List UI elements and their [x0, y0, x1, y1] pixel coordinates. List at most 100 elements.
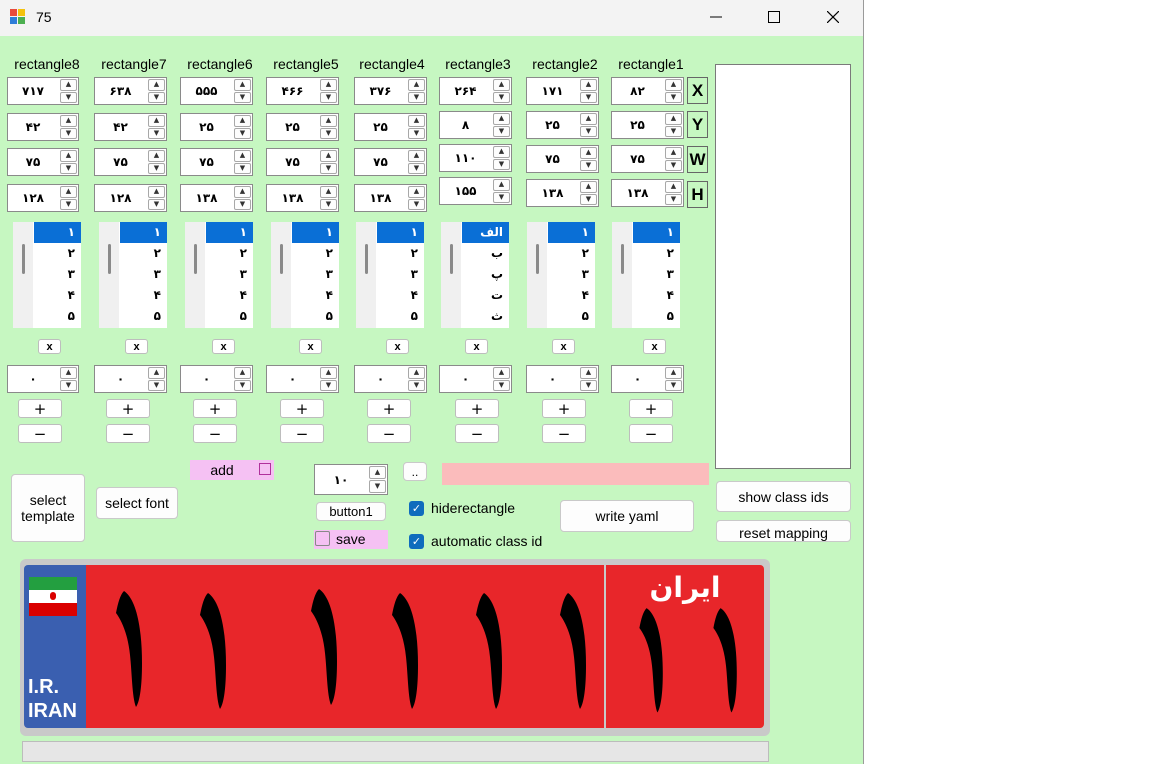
- list-item[interactable]: ۳: [292, 264, 339, 285]
- spin-down-icon[interactable]: ▼: [665, 193, 682, 205]
- scrollbar[interactable]: [99, 222, 119, 328]
- rectangle6-listbox[interactable]: ۱۲۳۴۵: [185, 222, 253, 328]
- rectangle1-clear-button[interactable]: x: [643, 339, 666, 354]
- save-checkbox-box[interactable]: [315, 531, 330, 546]
- spin-up-icon[interactable]: ▲: [665, 113, 682, 125]
- list-item[interactable]: ۵: [377, 306, 424, 327]
- rectangle1-listbox[interactable]: ۱۲۳۴۵: [612, 222, 680, 328]
- list-item[interactable]: ۵: [120, 306, 167, 327]
- spin-up-icon[interactable]: ▲: [580, 367, 597, 379]
- list-item[interactable]: ۵: [34, 306, 81, 327]
- rectangle8-minus-button[interactable]: −: [18, 424, 62, 443]
- rectangle6-clear-button[interactable]: x: [212, 339, 235, 354]
- rectangle8-plus-button[interactable]: +: [18, 399, 62, 418]
- spin-down-icon[interactable]: ▼: [60, 379, 77, 391]
- spin-down-icon[interactable]: ▼: [60, 198, 77, 210]
- spin-up-icon[interactable]: ▲: [148, 150, 165, 162]
- list-item[interactable]: ۱: [120, 222, 167, 243]
- rectangle4-h-spinner[interactable]: ۱۳۸ ▲ ▼: [354, 184, 427, 212]
- spin-up-icon[interactable]: ▲: [493, 79, 510, 91]
- list-item[interactable]: ۳: [34, 264, 81, 285]
- spin-down-icon[interactable]: ▼: [493, 379, 510, 391]
- list-item[interactable]: ۲: [34, 243, 81, 264]
- scrollbar[interactable]: [271, 222, 291, 328]
- spin-up-icon[interactable]: ▲: [60, 186, 77, 198]
- spin-up-icon[interactable]: ▲: [320, 79, 337, 91]
- rectangle6-x-spinner[interactable]: ۵۵۵ ▲ ▼: [180, 77, 253, 105]
- list-item[interactable]: ۲: [206, 243, 253, 264]
- spin-down-icon[interactable]: ▼: [148, 127, 165, 139]
- spin-up-icon[interactable]: ▲: [580, 147, 597, 159]
- rectangle7-minus-button[interactable]: −: [106, 424, 150, 443]
- spin-up-icon[interactable]: ▲: [665, 79, 682, 91]
- reset-mapping-button[interactable]: reset mapping: [716, 520, 851, 542]
- spin-down-icon[interactable]: ▼: [408, 198, 425, 210]
- spin-down-icon[interactable]: ▼: [408, 91, 425, 103]
- spin-up-icon[interactable]: ▲: [148, 367, 165, 379]
- scrollbar[interactable]: [356, 222, 376, 328]
- spin-down-icon[interactable]: ▼: [665, 159, 682, 171]
- rectangle6-w-spinner[interactable]: ۷۵ ▲ ▼: [180, 148, 253, 176]
- spin-up-icon[interactable]: ▲: [493, 179, 510, 191]
- rectangle7-h-spinner[interactable]: ۱۲۸ ▲ ▼: [94, 184, 167, 212]
- spin-up-icon[interactable]: ▲: [408, 79, 425, 91]
- list-item[interactable]: ۳: [633, 264, 680, 285]
- spin-down-icon[interactable]: ▼: [320, 127, 337, 139]
- rectangle7-x-spinner[interactable]: ۶۳۸ ▲ ▼: [94, 77, 167, 105]
- spin-up-icon[interactable]: ▲: [60, 115, 77, 127]
- list-item[interactable]: ۴: [206, 285, 253, 306]
- spin-up-icon[interactable]: ▲: [60, 367, 77, 379]
- list-item[interactable]: ۵: [548, 306, 595, 327]
- add-checkbox[interactable]: add: [190, 460, 274, 480]
- spin-down-icon[interactable]: ▼: [60, 162, 77, 174]
- list-item[interactable]: ۲: [120, 243, 167, 264]
- spin-down-icon[interactable]: ▼: [320, 379, 337, 391]
- list-item[interactable]: ۴: [34, 285, 81, 306]
- spin-up-icon[interactable]: ▲: [580, 181, 597, 193]
- spin-up-icon[interactable]: ▲: [60, 79, 77, 91]
- rectangle8-w-spinner[interactable]: ۷۵ ▲ ▼: [7, 148, 79, 176]
- rectangle5-w-spinner[interactable]: ۷۵ ▲ ▼: [266, 148, 339, 176]
- list-item[interactable]: ۲: [548, 243, 595, 264]
- rectangle2-plus-button[interactable]: +: [542, 399, 586, 418]
- select-font-button[interactable]: select font: [96, 487, 178, 519]
- automatic-class-id-checkbox[interactable]: ✓ automatic class id: [409, 533, 542, 549]
- list-item[interactable]: ۲: [292, 243, 339, 264]
- list-item[interactable]: ۱: [34, 222, 81, 243]
- spin-down-icon[interactable]: ▼: [665, 379, 682, 391]
- rectangle2-h-spinner[interactable]: ۱۳۸ ▲ ▼: [526, 179, 599, 207]
- spin-down-icon[interactable]: ▼: [60, 127, 77, 139]
- spin-up-icon[interactable]: ▲: [60, 150, 77, 162]
- list-item[interactable]: ۳: [377, 264, 424, 285]
- spin-up-icon[interactable]: ▲: [234, 150, 251, 162]
- rectangle1-count-spinner[interactable]: ۰ ▲ ▼: [611, 365, 684, 393]
- rectangle6-minus-button[interactable]: −: [193, 424, 237, 443]
- list-item[interactable]: ب: [462, 243, 509, 264]
- minimize-button[interactable]: [687, 0, 745, 34]
- rectangle3-w-spinner[interactable]: ۱۱۰ ▲ ▼: [439, 144, 512, 172]
- spin-down-icon[interactable]: ▼: [665, 91, 682, 103]
- list-item[interactable]: ۴: [292, 285, 339, 306]
- scrollbar[interactable]: [527, 222, 547, 328]
- list-item[interactable]: پ: [462, 264, 509, 285]
- spin-up-icon[interactable]: ▲: [234, 115, 251, 127]
- spin-up-icon[interactable]: ▲: [369, 466, 386, 479]
- list-item[interactable]: ۵: [633, 306, 680, 327]
- spin-down-icon[interactable]: ▼: [234, 127, 251, 139]
- scrollbar[interactable]: [441, 222, 461, 328]
- close-button[interactable]: [804, 0, 862, 34]
- rectangle4-minus-button[interactable]: −: [367, 424, 411, 443]
- list-item[interactable]: ۱: [548, 222, 595, 243]
- rectangle2-clear-button[interactable]: x: [552, 339, 575, 354]
- spin-up-icon[interactable]: ▲: [665, 367, 682, 379]
- spin-up-icon[interactable]: ▲: [408, 186, 425, 198]
- rectangle6-count-spinner[interactable]: ۰ ▲ ▼: [180, 365, 253, 393]
- spin-up-icon[interactable]: ▲: [234, 186, 251, 198]
- spin-up-icon[interactable]: ▲: [408, 150, 425, 162]
- scrollbar[interactable]: [185, 222, 205, 328]
- rectangle5-plus-button[interactable]: +: [280, 399, 324, 418]
- spin-down-icon[interactable]: ▼: [60, 91, 77, 103]
- spin-down-icon[interactable]: ▼: [580, 91, 597, 103]
- class-ids-listbox[interactable]: [715, 64, 851, 469]
- select-template-button[interactable]: select template: [11, 474, 85, 542]
